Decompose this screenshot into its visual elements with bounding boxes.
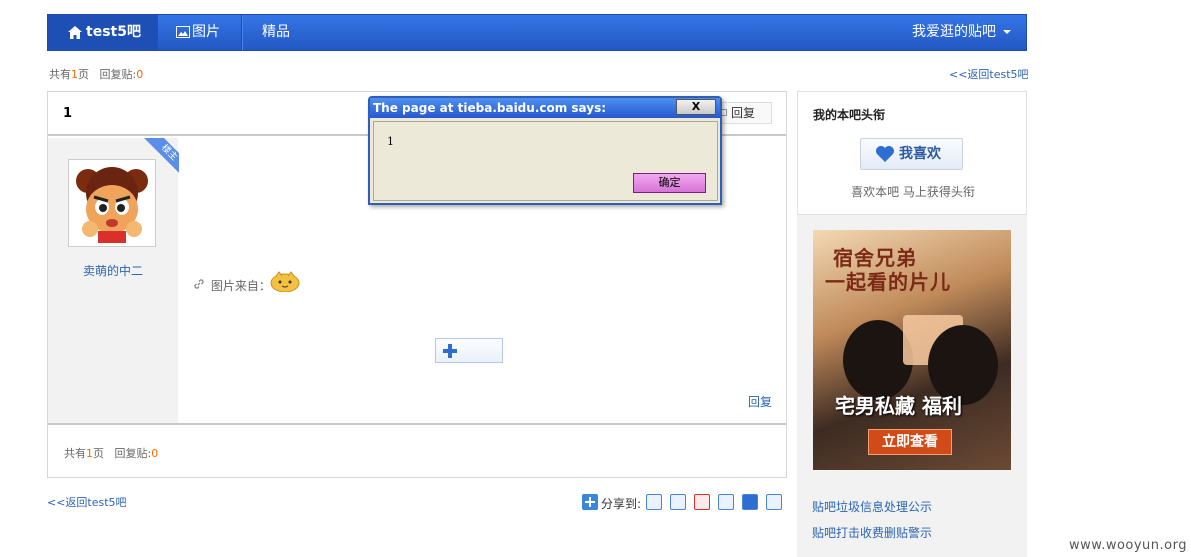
share-renren-icon[interactable] [742, 494, 758, 510]
back-to-bar-link-top[interactable]: <<返回test5吧 [949, 66, 1029, 82]
dialog-close-button[interactable]: X [676, 99, 716, 115]
meta-total-prefix: 共有 [64, 447, 86, 460]
post-title: 1 [63, 106, 73, 121]
chevron-down-icon[interactable] [1003, 30, 1011, 34]
dialog-title: The page at tieba.baidu.com says: [373, 101, 607, 115]
author-badge: 楼主 [143, 138, 179, 174]
like-button-label: 我喜欢 [899, 146, 941, 162]
ad-line3: 宅男私藏 福利 [835, 394, 962, 418]
like-tip: 喜欢本吧 马上获得头衔 [851, 185, 975, 199]
add-image-button[interactable] [435, 338, 503, 363]
post-footer: 共有1页 回复贴:0 [48, 423, 786, 477]
sidebar-link-spam-notice[interactable]: 贴吧垃圾信息处理公示 [812, 498, 932, 515]
thread-meta-bottom: 共有1页 回复贴:0 [64, 445, 158, 461]
nav-pictures-tab[interactable]: 图片 [176, 15, 220, 50]
meta-pages-suffix: 页 [78, 68, 89, 81]
nav-featured-tab[interactable]: 精品 [262, 15, 290, 50]
watermark: www.wooyun.org [1068, 538, 1187, 553]
nav-divider [241, 15, 242, 50]
thread-meta-top: 共有1页 回复贴:0 [49, 66, 143, 82]
meta-pages: 1 [86, 447, 93, 460]
sidebar-link-paid-delete-warning[interactable]: 贴吧打击收费删贴警示 [812, 524, 932, 541]
nav-home-label: test5吧 [86, 24, 141, 40]
share-weibo-icon[interactable] [694, 494, 710, 510]
emoticon-icon [270, 271, 300, 292]
author-panel: 卖萌的中二 楼主 [48, 138, 179, 423]
reply-button-label: 回复 [731, 106, 756, 120]
author-name-link[interactable]: 卖萌的中二 [48, 262, 178, 279]
plus-icon [443, 344, 457, 358]
nav-home-tab[interactable]: test5吧 [48, 15, 158, 50]
dialog-title-bar: The page at tieba.baidu.com says: X [370, 98, 720, 118]
author-badge-label: 楼主 [143, 138, 179, 174]
image-source: 图片来自： [193, 277, 271, 294]
share-label: 分享到: [601, 497, 642, 511]
meta-replies-label: 回复贴: [99, 68, 137, 81]
heart-icon [876, 146, 894, 162]
ad-cta-button[interactable]: 立即查看 [868, 429, 952, 455]
nav-pictures-label: 图片 [192, 24, 220, 40]
avatar-image [72, 163, 152, 243]
reply-link[interactable]: 回复 [748, 393, 772, 410]
meta-replies: 0 [151, 447, 159, 460]
like-button[interactable]: 我喜欢 [860, 138, 963, 170]
top-nav-bar: test5吧 图片 精品 我爱逛的贴吧 [47, 14, 1027, 51]
picture-icon [176, 26, 190, 38]
meta-pages: 1 [71, 68, 78, 81]
meta-replies: 0 [136, 68, 144, 81]
image-source-label: 图片来自： [210, 279, 271, 293]
link-icon [193, 278, 207, 293]
meta-pages-suffix: 页 [93, 447, 104, 460]
alert-dialog: The page at tieba.baidu.com says: X 1 确定 [368, 96, 722, 205]
share-tqq-icon[interactable] [718, 494, 734, 510]
ad-banner[interactable]: 宿舍兄弟 一起看的片儿 宅男私藏 福利 立即查看 [813, 230, 1011, 470]
bar-title-box: 我的本吧头衔 我喜欢 喜欢本吧 马上获得头衔 [797, 91, 1027, 215]
meta-total-prefix: 共有 [49, 68, 71, 81]
dialog-message: 1 [387, 135, 394, 148]
share-plus-icon[interactable] [582, 494, 598, 510]
home-icon [68, 26, 82, 39]
ad-line2: 一起看的片儿 [825, 270, 951, 294]
meta-replies-label: 回复贴: [114, 447, 152, 460]
back-to-bar-link-bottom[interactable]: <<返回test5吧 [47, 494, 127, 510]
nav-my-bars[interactable]: 我爱逛的贴吧 [912, 15, 996, 50]
share-kaixin-icon[interactable] [766, 494, 782, 510]
sidebar-title: 我的本吧头衔 [813, 108, 886, 122]
dialog-ok-button[interactable]: 确定 [633, 173, 706, 193]
share-tieba-icon[interactable] [670, 494, 686, 510]
dialog-body: 1 确定 [373, 121, 718, 201]
share-qzone-icon[interactable] [646, 494, 662, 510]
